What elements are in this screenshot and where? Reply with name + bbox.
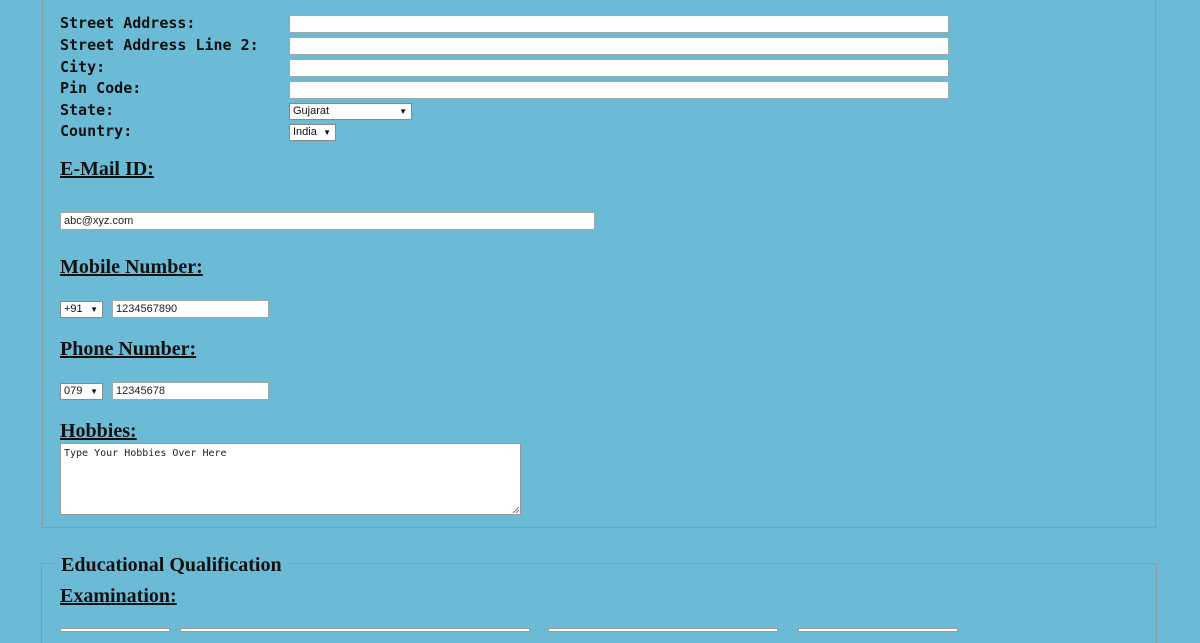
- state-select-value: Gujarat: [293, 105, 330, 117]
- chevron-down-icon: ▼: [323, 128, 331, 137]
- state-select[interactable]: Gujarat ▼: [289, 103, 412, 120]
- chevron-down-icon: ▼: [90, 387, 98, 396]
- pin-code-input[interactable]: [289, 81, 949, 99]
- email-heading: E-Mail ID:: [60, 158, 154, 180]
- city-input[interactable]: [289, 59, 949, 77]
- country-select-value: India: [293, 126, 317, 138]
- street-address-line2-input[interactable]: [289, 37, 949, 55]
- phone-heading: Phone Number:: [60, 338, 197, 360]
- phone-number-value: 12345678: [116, 385, 165, 397]
- email-value: abc@xyz.com: [64, 215, 134, 227]
- mobile-code-value: +91: [64, 303, 83, 315]
- hobbies-heading: Hobbies:: [60, 420, 137, 442]
- state-label: State:: [60, 101, 115, 119]
- exam-field-3[interactable]: [548, 628, 778, 632]
- hobbies-placeholder: Type Your Hobbies Over Here: [64, 448, 227, 459]
- country-select[interactable]: India ▼: [289, 124, 336, 141]
- mobile-number-input[interactable]: 1234567890: [112, 300, 269, 318]
- chevron-down-icon: ▼: [399, 107, 407, 116]
- pin-code-label: Pin Code:: [60, 79, 142, 97]
- phone-number-input[interactable]: 12345678: [112, 382, 269, 400]
- mobile-code-select[interactable]: +91 ▼: [60, 301, 103, 318]
- exam-field-1[interactable]: [60, 628, 170, 632]
- chevron-down-icon: ▼: [90, 305, 98, 314]
- street-address-input[interactable]: [289, 15, 949, 33]
- phone-code-value: 079: [64, 385, 83, 397]
- examination-heading: Examination:: [60, 585, 177, 607]
- exam-field-4[interactable]: [798, 628, 958, 632]
- resize-handle-icon[interactable]: [511, 505, 519, 513]
- street-address-line2-label: Street Address Line 2:: [60, 36, 259, 54]
- exam-field-2[interactable]: [180, 628, 530, 632]
- education-legend: Educational Qualification: [56, 553, 287, 577]
- country-label: Country:: [60, 122, 133, 140]
- street-address-label: Street Address:: [60, 14, 196, 32]
- city-label: City:: [60, 58, 106, 76]
- phone-code-select[interactable]: 079 ▼: [60, 383, 103, 400]
- email-input[interactable]: abc@xyz.com: [60, 212, 595, 230]
- hobbies-textarea[interactable]: Type Your Hobbies Over Here: [60, 443, 521, 515]
- mobile-heading: Mobile Number:: [60, 256, 203, 278]
- mobile-number-value: 1234567890: [116, 303, 178, 315]
